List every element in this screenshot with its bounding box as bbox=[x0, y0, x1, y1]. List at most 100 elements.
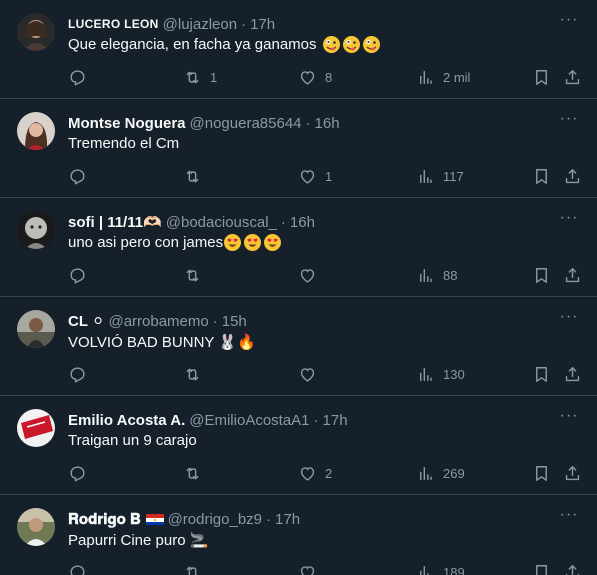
bookmark-button[interactable] bbox=[532, 363, 551, 385]
retweet-button[interactable] bbox=[183, 264, 210, 286]
like-button[interactable]: 2 bbox=[298, 462, 332, 484]
avatar[interactable] bbox=[17, 508, 55, 546]
views-button[interactable]: 117 bbox=[416, 165, 464, 187]
more-icon[interactable]: ··· bbox=[557, 309, 581, 333]
display-name[interactable]: LUCERO LEON bbox=[68, 17, 159, 31]
reply-icon bbox=[70, 168, 85, 185]
timestamp[interactable]: 17h bbox=[250, 16, 275, 33]
share-button[interactable] bbox=[563, 264, 582, 286]
display-name[interactable]: Emilio Acosta A. bbox=[68, 412, 185, 429]
avatar[interactable] bbox=[17, 112, 55, 150]
tweet-text: Traigan un 9 carajo bbox=[68, 432, 197, 449]
user-handle[interactable]: @rodrigo_bz9 bbox=[168, 511, 262, 528]
reply-button[interactable] bbox=[68, 66, 95, 88]
display-name[interactable]: CL ⚪ bbox=[68, 312, 104, 330]
tweet-text: uno asi pero con james bbox=[68, 234, 282, 251]
retweet-button[interactable]: 1 bbox=[183, 66, 217, 88]
tweet-actions: 88 bbox=[68, 264, 581, 286]
zany-face-icon bbox=[362, 36, 380, 53]
bookmark-button[interactable] bbox=[532, 561, 551, 575]
more-icon[interactable]: ··· bbox=[557, 210, 581, 234]
display-name[interactable]: sofi | 11/11🫶🏻 bbox=[68, 213, 162, 231]
tweet[interactable]: LUCERO LEON @lujazleon · 17h ··· Que ele… bbox=[0, 0, 597, 99]
user-handle[interactable]: @lujazleon bbox=[163, 16, 237, 33]
share-button[interactable] bbox=[563, 462, 582, 484]
retweet-icon bbox=[186, 269, 199, 281]
tweet[interactable]: sofi | 11/11🫶🏻 @bodaciouscal_ · 16h ··· … bbox=[0, 198, 597, 297]
tweet-actions: 1 8 2 mil bbox=[68, 66, 581, 88]
views-button[interactable]: 130 bbox=[416, 363, 465, 385]
reply-button[interactable] bbox=[68, 165, 95, 187]
like-button[interactable]: 1 bbox=[298, 165, 332, 187]
views-button[interactable]: 2 mil bbox=[416, 66, 470, 88]
retweet-icon bbox=[186, 71, 199, 83]
tweet[interactable]: Montse Noguera @noguera85644 · 16h ··· T… bbox=[0, 99, 597, 198]
avatar[interactable] bbox=[17, 409, 55, 447]
user-handle[interactable]: @EmilioAcostaA1 bbox=[189, 412, 309, 429]
bookmark-icon bbox=[536, 69, 547, 85]
avatar[interactable] bbox=[17, 310, 55, 348]
share-button[interactable] bbox=[563, 561, 582, 575]
separator-dot: · bbox=[280, 213, 286, 231]
timestamp[interactable]: 15h bbox=[222, 313, 247, 330]
reply-icon bbox=[70, 69, 85, 86]
tweet-actions: 130 bbox=[68, 363, 581, 385]
tweet[interactable]: CL ⚪ @arrobamemo · 15h ··· VOLVIÓ BAD BU… bbox=[0, 297, 597, 396]
reply-button[interactable] bbox=[68, 561, 95, 575]
retweet-button[interactable] bbox=[183, 165, 210, 187]
like-icon bbox=[300, 466, 315, 481]
retweet-button[interactable] bbox=[183, 462, 210, 484]
more-icon[interactable]: ··· bbox=[557, 507, 581, 531]
like-button[interactable] bbox=[298, 363, 325, 385]
retweet-button[interactable] bbox=[183, 561, 210, 575]
bookmark-button[interactable] bbox=[532, 66, 551, 88]
views-icon bbox=[420, 70, 432, 84]
more-icon[interactable]: ··· bbox=[557, 12, 581, 36]
paraguay-flag-icon bbox=[145, 513, 164, 525]
avatar[interactable] bbox=[17, 211, 55, 249]
views-button[interactable]: 189 bbox=[416, 561, 465, 575]
views-icon bbox=[420, 565, 429, 575]
user-handle[interactable]: @arrobamemo bbox=[108, 313, 208, 330]
like-icon bbox=[300, 70, 315, 85]
tweet-actions: 189 bbox=[68, 561, 581, 575]
reply-icon bbox=[70, 267, 85, 284]
reply-button[interactable] bbox=[68, 264, 95, 286]
like-button[interactable] bbox=[298, 561, 325, 575]
like-button[interactable]: 8 bbox=[298, 66, 332, 88]
reply-button[interactable] bbox=[68, 363, 95, 385]
timestamp[interactable]: 17h bbox=[323, 412, 348, 429]
user-handle[interactable]: @noguera85644 bbox=[190, 115, 302, 132]
share-button[interactable] bbox=[563, 363, 582, 385]
timestamp[interactable]: 16h bbox=[290, 214, 315, 231]
share-icon bbox=[565, 564, 580, 575]
views-button[interactable]: 269 bbox=[416, 462, 465, 484]
views-icon bbox=[420, 169, 432, 183]
views-icon bbox=[420, 268, 432, 282]
reply-button[interactable] bbox=[68, 462, 95, 484]
timestamp[interactable]: 16h bbox=[315, 115, 340, 132]
separator-dot: · bbox=[313, 411, 319, 429]
display-name[interactable]: Montse Noguera bbox=[68, 115, 186, 132]
share-button[interactable] bbox=[563, 66, 582, 88]
share-button[interactable] bbox=[563, 165, 582, 187]
tweet[interactable]: 𝐑𝐨𝐝𝐫𝐢𝐠𝐨 𝐁 @rodrigo_bz9 · 17h ··· Papurri… bbox=[0, 495, 597, 575]
retweet-button[interactable] bbox=[183, 363, 210, 385]
views-button[interactable]: 88 bbox=[416, 264, 457, 286]
share-icon bbox=[565, 465, 580, 480]
bookmark-button[interactable] bbox=[532, 462, 551, 484]
bookmark-button[interactable] bbox=[532, 264, 551, 286]
more-icon[interactable]: ··· bbox=[557, 408, 581, 432]
user-handle[interactable]: @bodaciouscal_ bbox=[166, 214, 277, 231]
more-icon[interactable]: ··· bbox=[557, 111, 581, 135]
heart-eyes-face-icon bbox=[264, 234, 282, 251]
avatar[interactable] bbox=[17, 13, 55, 51]
retweet-icon bbox=[186, 368, 199, 380]
display-name[interactable]: 𝐑𝐨𝐝𝐫𝐢𝐠𝐨 𝐁 bbox=[68, 511, 141, 528]
tweet[interactable]: Emilio Acosta A. @EmilioAcostaA1 · 17h ·… bbox=[0, 396, 597, 495]
bookmark-button[interactable] bbox=[532, 165, 551, 187]
bookmark-icon bbox=[536, 366, 547, 382]
like-button[interactable] bbox=[298, 264, 325, 286]
separator-dot: · bbox=[212, 312, 218, 330]
timestamp[interactable]: 17h bbox=[275, 511, 300, 528]
